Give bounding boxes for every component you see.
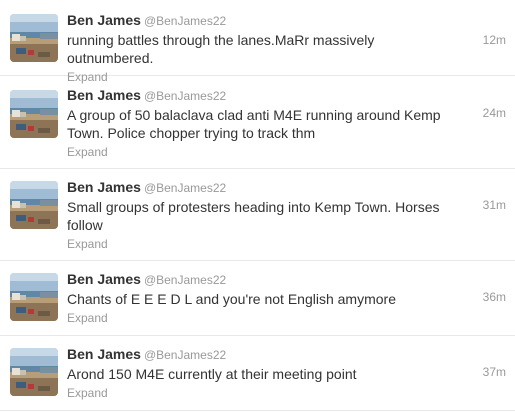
tweet-header: Ben James @BenJames22 <box>67 270 463 289</box>
expand-link[interactable]: Expand <box>67 310 108 326</box>
tweet-content: Ben James @BenJames22 Chants of E E E D L… <box>67 270 463 327</box>
author-username[interactable]: @BenJames22 <box>144 273 226 287</box>
expand-link[interactable]: Expand <box>67 144 108 160</box>
tweet-content: Ben James @BenJames22 A group of 50 balac… <box>67 86 463 161</box>
author-fullname[interactable]: Ben James <box>67 179 141 195</box>
tweet-text: running battles through the lanes.MaRr m… <box>67 32 375 66</box>
avatar[interactable] <box>10 90 58 138</box>
avatar[interactable] <box>10 273 58 321</box>
avatar[interactable] <box>10 181 58 229</box>
author-username[interactable]: @BenJames22 <box>144 89 226 103</box>
tweet-header: Ben James @BenJames22 <box>67 178 463 197</box>
tweet-content: Ben James @BenJames22 Small groups of pro… <box>67 178 463 253</box>
tweet-timestamp[interactable]: 24m <box>483 105 506 121</box>
tweet-item[interactable]: Ben James @BenJames22 Chants of E E E D L… <box>0 261 515 336</box>
tweet-text: Arond 150 M4E currently at their meeting… <box>67 366 357 382</box>
avatar[interactable] <box>10 14 58 62</box>
tweet-timestamp[interactable]: 36m <box>483 289 506 305</box>
tweet-header: Ben James @BenJames22 <box>67 11 463 30</box>
tweet-header: Ben James @BenJames22 <box>67 345 463 364</box>
expand-link[interactable]: Expand <box>67 385 108 401</box>
tweet-content: Ben James @BenJames22 Arond 150 M4E curre… <box>67 345 463 402</box>
author-fullname[interactable]: Ben James <box>67 12 141 28</box>
tweet-timestamp[interactable]: 31m <box>483 197 506 213</box>
author-username[interactable]: @BenJames22 <box>144 14 226 28</box>
tweet-item[interactable]: Ben James @BenJames22 Arond 150 M4E curre… <box>0 336 515 411</box>
tweet-text: Chants of E E E D L and you're not Engli… <box>67 291 396 307</box>
tweet-item[interactable]: Ben James @BenJames22 A group of 50 balac… <box>0 76 515 169</box>
tweet-header: Ben James @BenJames22 <box>67 86 463 105</box>
tweet-item[interactable]: Ben James @BenJames22 Small groups of pro… <box>0 169 515 261</box>
tweet-text: A group of 50 balaclava clad anti M4E ru… <box>67 107 441 141</box>
author-fullname[interactable]: Ben James <box>67 271 141 287</box>
tweet-timeline: Ben James @BenJames22 running battles thr… <box>0 0 515 413</box>
tweet-timestamp[interactable]: 12m <box>483 32 506 48</box>
author-fullname[interactable]: Ben James <box>67 87 141 103</box>
author-username[interactable]: @BenJames22 <box>144 348 226 362</box>
avatar[interactable] <box>10 348 58 396</box>
tweet-text: Small groups of protesters heading into … <box>67 199 440 233</box>
expand-link[interactable]: Expand <box>67 236 108 252</box>
author-fullname[interactable]: Ben James <box>67 346 141 362</box>
tweet-content: Ben James @BenJames22 running battles thr… <box>67 11 463 86</box>
tweet-timestamp[interactable]: 37m <box>483 364 506 380</box>
author-username[interactable]: @BenJames22 <box>144 181 226 195</box>
tweet-item[interactable]: Ben James @BenJames22 running battles thr… <box>0 0 515 84</box>
